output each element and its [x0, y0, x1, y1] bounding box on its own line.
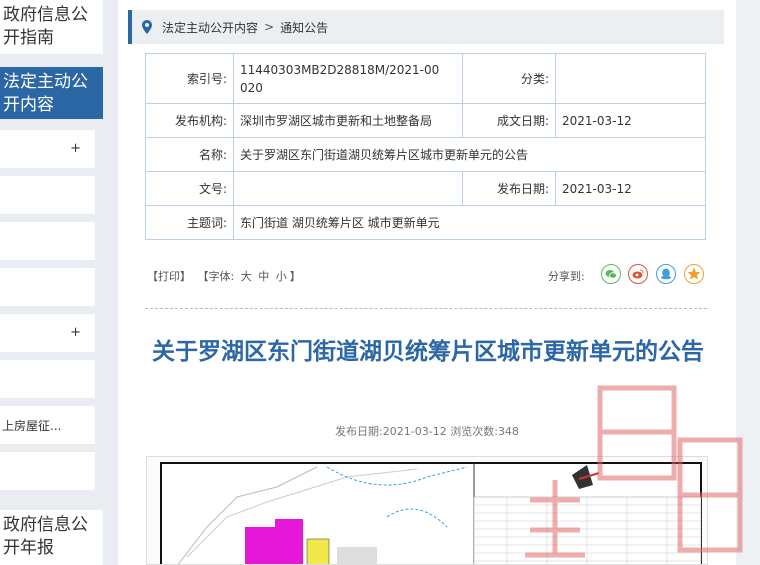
breadcrumb-current[interactable]: 通知公告: [280, 19, 328, 36]
breadcrumb-link[interactable]: 法定主动公开内容: [162, 19, 258, 36]
date-written-value: 2021-03-12: [555, 103, 706, 138]
article-title: 关于罗湖区东门街道湖贝统筹片区城市更新单元的公告: [152, 339, 704, 365]
pub-date-label: 发布日期:: [462, 171, 556, 206]
pub-date: 2021-03-12: [382, 425, 447, 438]
table-row: 文号: 发布日期: 2021-03-12: [145, 171, 706, 206]
attachment-map-image: [146, 456, 708, 565]
breadcrumb: 法定主动公开内容 > 通知公告: [128, 10, 724, 44]
subject-label: 主题词:: [145, 205, 234, 240]
font-big-button[interactable]: 大: [241, 270, 252, 283]
views-label: 浏览次数:: [450, 425, 498, 438]
pub-date-value: 2021-03-12: [555, 171, 706, 206]
name-value: 关于罗湖区东门街道湖贝统筹片区城市更新单元的公告: [233, 137, 706, 172]
sidebar-annual-label: 政府信息公开年报: [3, 515, 88, 558]
divider: [145, 308, 707, 309]
expand-plus-icon[interactable]: +: [70, 325, 81, 340]
date-written-label: 成文日期:: [462, 103, 556, 138]
wechat-icon[interactable]: [601, 264, 621, 284]
pub-date-label: 发布日期:: [335, 425, 383, 438]
sidebar-guide-label: 政府信息公开指南: [3, 5, 88, 48]
name-label: 名称:: [145, 137, 234, 172]
sidebar-active-label: 法定主动公开内容: [3, 72, 88, 115]
table-row: 名称: 关于罗湖区东门街道湖贝统筹片区城市更新单元的公告: [145, 137, 706, 172]
expand-plus-icon[interactable]: +: [70, 141, 81, 156]
docno-label: 文号:: [145, 171, 234, 206]
font-small-button[interactable]: 小: [276, 270, 287, 283]
font-size-label: 【字体:: [197, 270, 235, 283]
table-row: 发布机构: 深圳市罗湖区城市更新和土地整备局 成文日期: 2021-03-12: [145, 103, 706, 138]
views-count: 348: [497, 425, 519, 438]
font-mid-button[interactable]: 中: [258, 270, 269, 283]
right-gutter: [736, 0, 760, 565]
sidebar-item[interactable]: [0, 176, 95, 214]
sidebar-active-section[interactable]: 法定主动公开内容: [0, 67, 103, 119]
table-row: 主题词: 东门街道 湖贝统筹片区 城市更新单元: [145, 205, 706, 240]
sidebar-item[interactable]: [0, 268, 95, 306]
index-label: 索引号:: [145, 53, 234, 104]
category-value: [555, 53, 706, 104]
sidebar-guide[interactable]: 政府信息公开指南: [0, 0, 103, 54]
map-illustration: [147, 457, 707, 564]
sidebar-item[interactable]: [0, 452, 95, 490]
breadcrumb-separator: >: [264, 20, 275, 34]
sidebar: 政府信息公开指南 法定主动公开内容 + + 上房屋征... 政府信息公开年报: [0, 0, 103, 565]
sidebar-item[interactable]: +: [0, 130, 95, 168]
qq-icon[interactable]: [656, 264, 676, 284]
sidebar-item[interactable]: +: [0, 314, 95, 352]
favorite-star-icon[interactable]: [684, 264, 704, 284]
sidebar-item-label: 上房屋征...: [2, 418, 62, 433]
article-pub-info: 发布日期:2021-03-12 浏览次数:348: [118, 423, 736, 439]
weibo-icon[interactable]: [628, 264, 648, 284]
table-row: 索引号: 11440303MB2D28818M/2021-00020 分类:: [145, 53, 706, 104]
category-label: 分类:: [462, 53, 556, 104]
location-pin-icon: [142, 20, 152, 34]
share-label: 分享到:: [548, 270, 585, 283]
article-tools: 【打印】 【字体: 大 中 小】: [147, 270, 301, 283]
subject-value: 东门街道 湖贝统筹片区 城市更新单元: [233, 205, 706, 240]
org-label: 发布机构:: [145, 103, 234, 138]
print-button[interactable]: 【打印】: [147, 270, 191, 283]
docno-value: [233, 171, 463, 206]
metadata-table: 索引号: 11440303MB2D28818M/2021-00020 分类: 发…: [145, 53, 706, 240]
index-value: 11440303MB2D28818M/2021-00020: [233, 53, 463, 104]
org-value: 深圳市罗湖区城市更新和土地整备局: [233, 103, 463, 138]
sidebar-item[interactable]: [0, 360, 95, 398]
sidebar-item[interactable]: [0, 222, 95, 260]
sidebar-item-housing[interactable]: 上房屋征...: [0, 406, 95, 444]
main-content: 法定主动公开内容 > 通知公告 索引号: 11440303MB2D28818M/…: [118, 0, 736, 565]
sidebar-annual-report[interactable]: 政府信息公开年报: [0, 510, 103, 565]
